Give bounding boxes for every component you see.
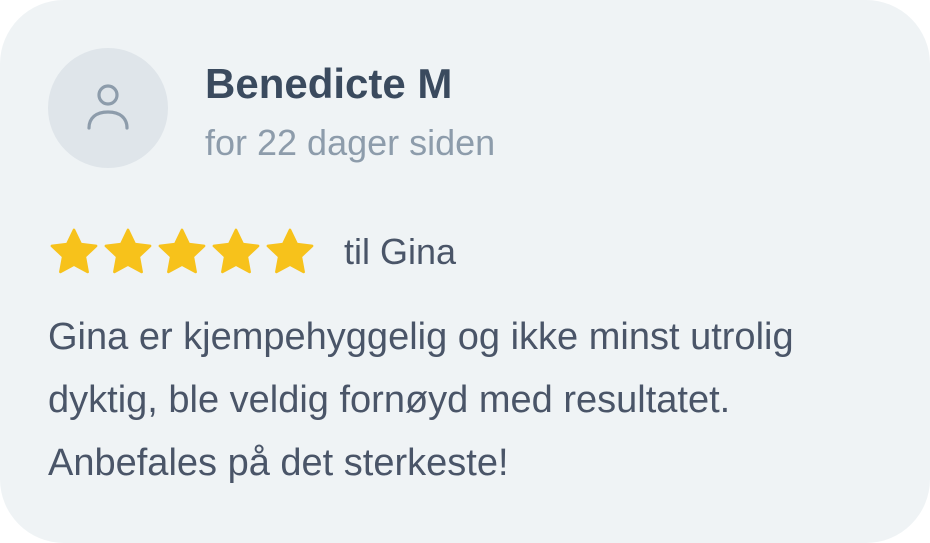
rating-row: til Gina <box>48 224 456 280</box>
review-card: Benedicte M for 22 dager siden til Gina … <box>0 0 930 543</box>
review-recipient: til Gina <box>344 231 457 272</box>
star-icon <box>266 228 314 274</box>
reviewer-name: Benedicte M <box>205 60 453 107</box>
user-icon <box>87 84 129 130</box>
review-text: Gina er kjempehyggelig og ikke minst utr… <box>48 316 794 484</box>
star-icon <box>212 228 260 274</box>
star-icon <box>50 228 98 274</box>
review-time: for 22 dager siden <box>205 122 496 163</box>
star-icon <box>158 228 206 274</box>
star-icon <box>104 228 152 274</box>
star-rating <box>48 226 316 278</box>
avatar <box>48 48 168 168</box>
